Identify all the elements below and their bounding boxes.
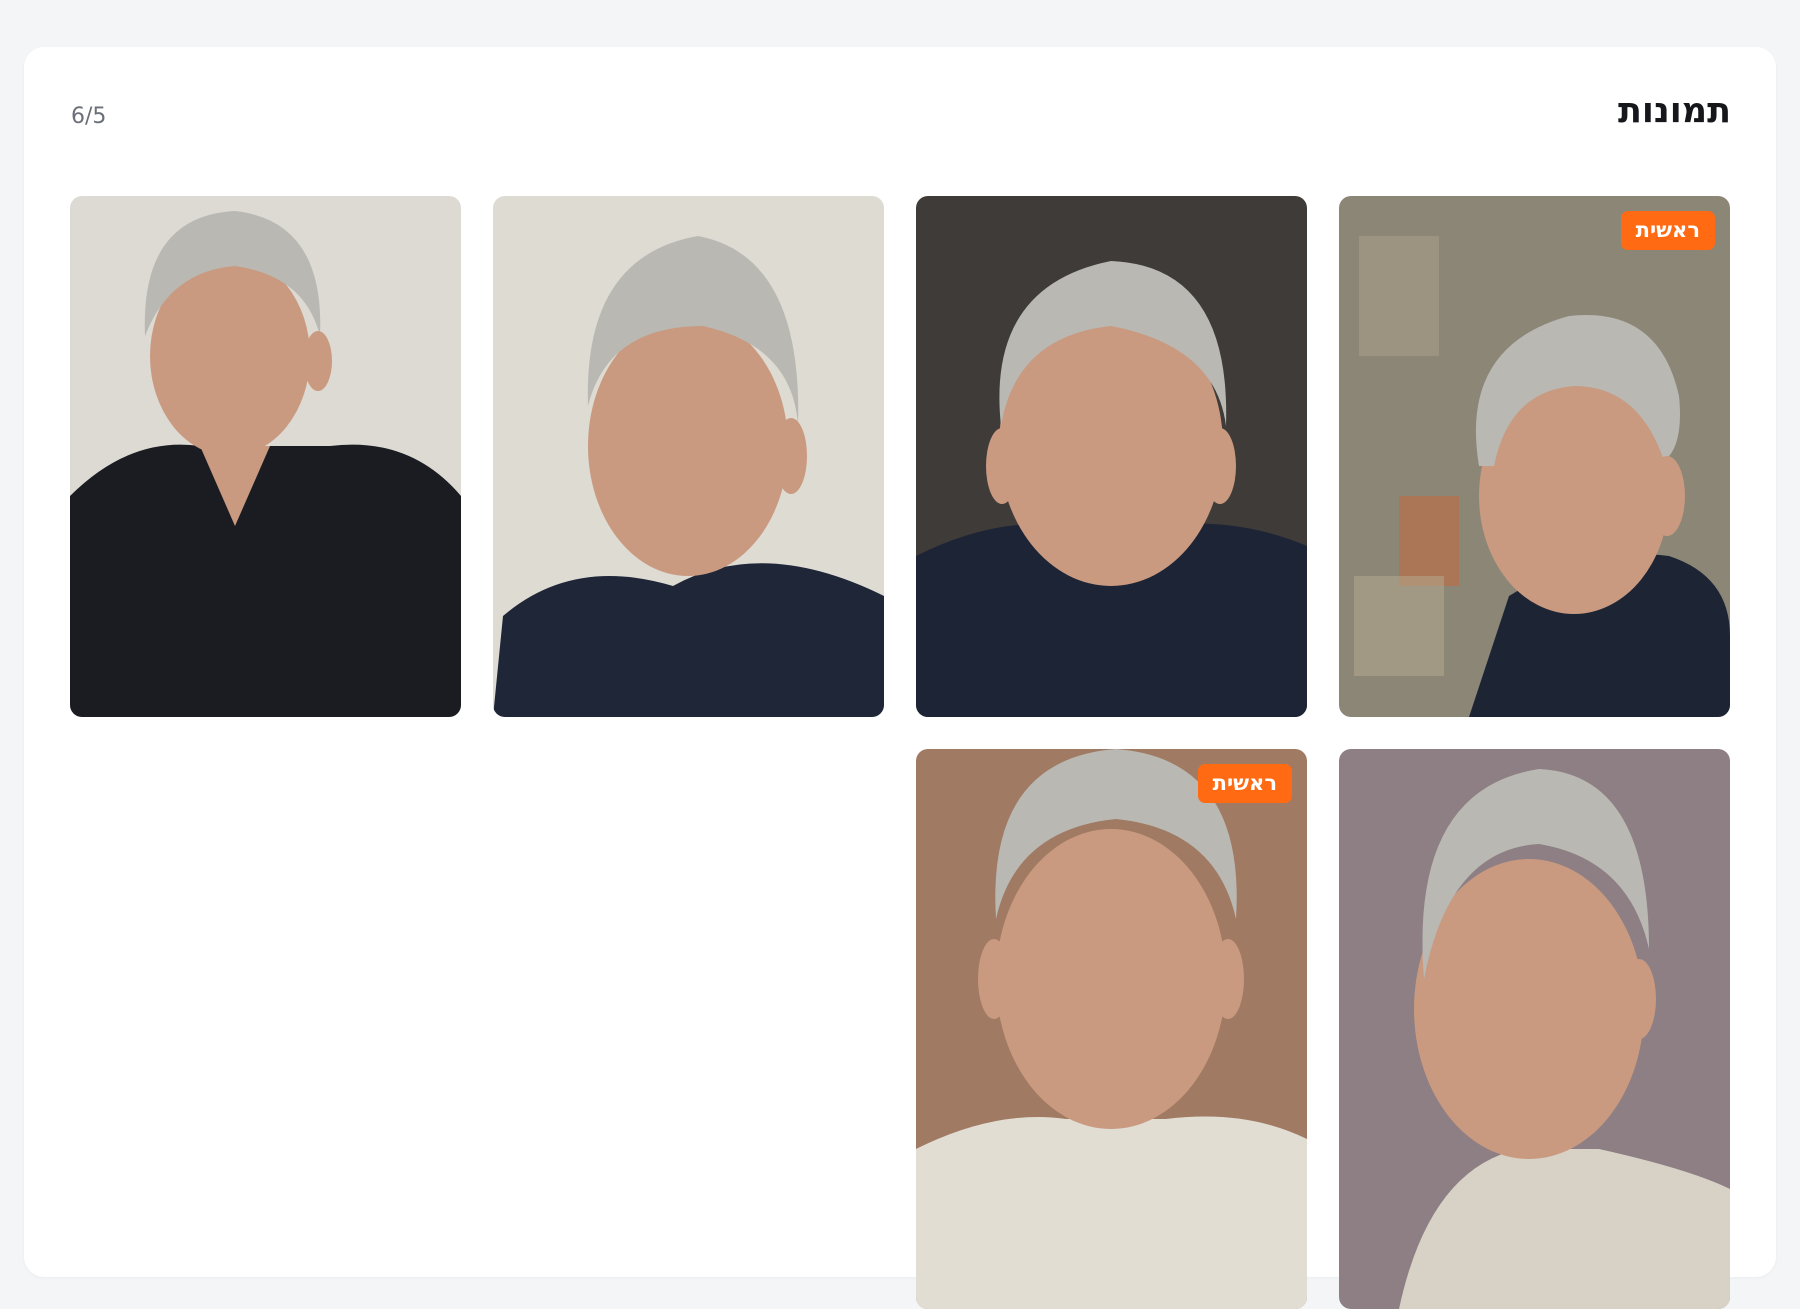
portrait-image <box>916 749 1307 1309</box>
photo-thumbnail-1[interactable]: ראשית <box>1339 196 1730 717</box>
primary-badge: ראשית <box>1197 764 1292 803</box>
photo-thumbnail-2[interactable] <box>916 196 1307 717</box>
photo-counter: 6/5 <box>71 104 107 129</box>
portrait-image <box>916 196 1307 717</box>
photo-thumbnail-3[interactable] <box>493 196 884 717</box>
portrait-image <box>493 196 884 717</box>
photo-thumbnail-6[interactable]: ראשית <box>916 749 1307 1309</box>
portrait-image <box>1339 749 1730 1309</box>
photo-thumbnail-5[interactable] <box>1339 749 1730 1309</box>
photo-thumbnail-4[interactable] <box>70 196 461 717</box>
portrait-image <box>70 196 461 717</box>
portrait-image <box>1339 196 1730 717</box>
page-title: תמונות <box>1617 91 1731 131</box>
primary-badge: ראשית <box>1620 211 1715 250</box>
